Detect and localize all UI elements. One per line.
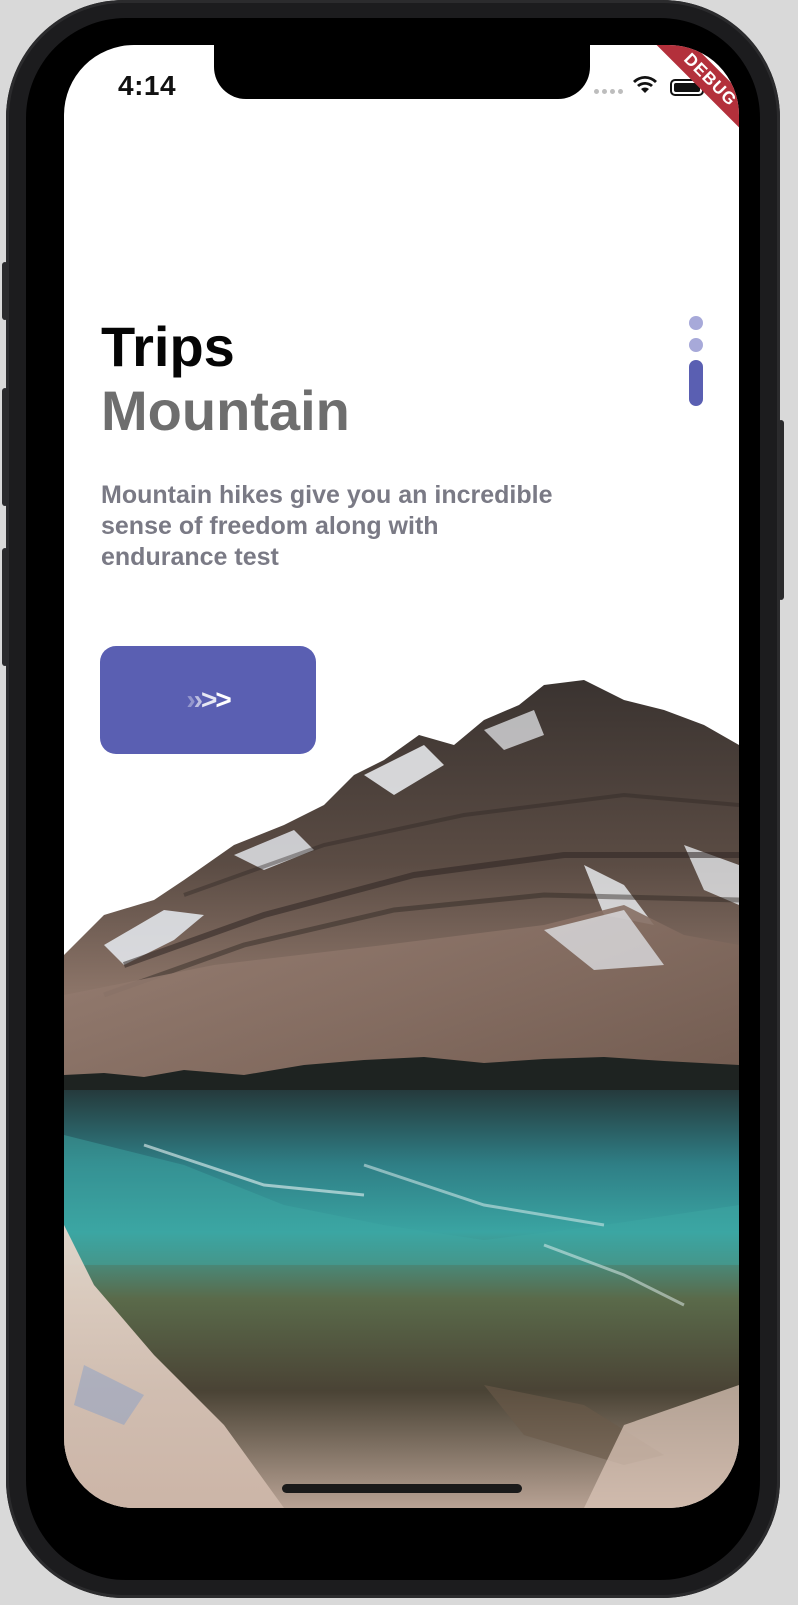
page-dot-2[interactable] bbox=[689, 338, 703, 352]
chevron-right-icon: › bbox=[186, 684, 195, 715]
trip-description: Mountain hikes give you an incredible se… bbox=[101, 481, 553, 571]
chevron-right-icon: > bbox=[200, 684, 217, 715]
chevron-right-icon: > bbox=[215, 684, 231, 715]
mountain-lake-image bbox=[64, 680, 739, 1508]
volume-up-button bbox=[2, 388, 8, 506]
status-time: 4:14 bbox=[118, 70, 177, 101]
page-dot-3-active[interactable] bbox=[689, 360, 703, 406]
wifi-icon bbox=[633, 76, 657, 93]
device-notch bbox=[214, 45, 590, 99]
app-screen: 4:14 DEBUG Trips Mountain Mountain hikes… bbox=[64, 45, 739, 1508]
next-button[interactable]: › › > > bbox=[100, 646, 316, 754]
page-dot-1[interactable] bbox=[689, 316, 703, 330]
page-title: Trips bbox=[101, 315, 235, 378]
page-subtitle: Mountain bbox=[101, 379, 350, 442]
chevron-right-icon: › bbox=[193, 684, 203, 715]
cellular-signal-icon bbox=[594, 89, 623, 94]
power-button bbox=[778, 420, 784, 600]
phone-frame: 4:14 DEBUG Trips Mountain Mountain hikes… bbox=[2, 0, 784, 1598]
volume-down-button bbox=[2, 548, 8, 666]
page-indicator[interactable] bbox=[688, 316, 704, 406]
mute-switch bbox=[2, 262, 8, 320]
home-indicator[interactable] bbox=[282, 1484, 522, 1493]
